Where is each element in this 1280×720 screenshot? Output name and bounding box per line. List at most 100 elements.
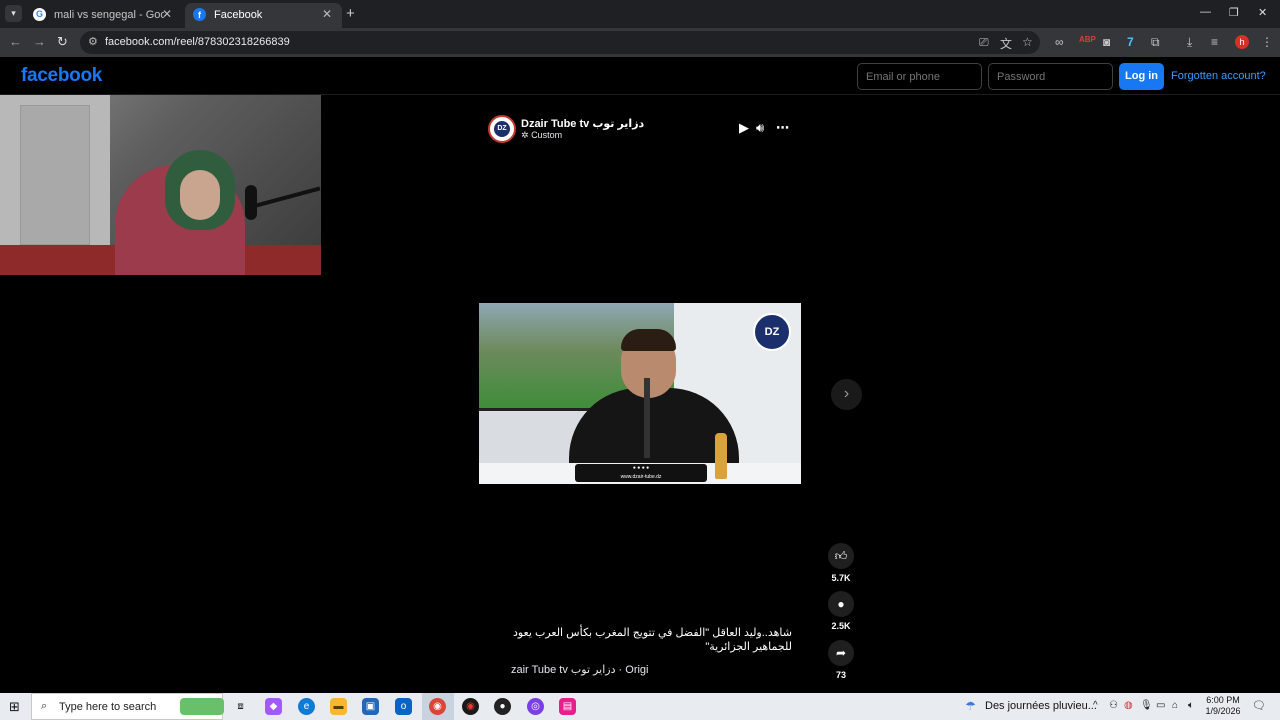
extension-glasses-icon[interactable]: ∞ [1055,35,1064,49]
volume-icon[interactable]: 🔊︎ [756,120,764,136]
edge-icon[interactable]: e [298,698,315,715]
google-icon: G [33,8,46,21]
more-options-icon[interactable]: ⋯ [776,120,789,136]
thumbs-up-icon: 👍︎ [834,549,848,563]
webcam-person-face [180,170,220,220]
close-tab-icon[interactable]: ✕ [322,7,332,21]
extensions-puzzle-icon[interactable]: ⧉ [1151,35,1160,50]
chrome-icon[interactable]: ◉ [429,698,446,715]
clock-date: 1/9/2026 [1205,706,1241,716]
media-control-icon[interactable]: ≡ [1211,35,1218,49]
video-bottle [715,433,727,479]
tray-security-icon[interactable]: ◍ [1124,700,1133,711]
site-info-icon[interactable]: ⚙ [88,35,98,48]
extension-7-icon[interactable]: 7 [1127,35,1134,49]
tray-mic-icon[interactable]: 🎙︎ [1140,700,1153,711]
video-microphone [644,378,650,458]
restore-icon[interactable]: ❐ [1229,6,1239,19]
tab-title: mali vs sengegal - Google Search [54,9,164,21]
file-explorer-icon[interactable]: ▬ [330,698,347,715]
menu-kebab-icon[interactable]: ⋮ [1261,35,1273,49]
reload-icon[interactable]: ↻ [57,34,68,50]
reel-video[interactable]: ● ● ● ● www.dzair-tube.dz DZ [479,303,801,484]
windows-start-icon[interactable]: ⊞ [9,699,20,715]
forward-icon[interactable]: → [33,34,46,49]
tab-title: Facebook [214,9,263,21]
extension-box-icon[interactable]: ◙ [1103,35,1110,49]
tray-app-icon[interactable]: ⚇ [1109,700,1118,711]
clock-time: 6:00 PM [1206,695,1240,705]
profile-avatar[interactable]: h [1235,35,1249,49]
weather-text[interactable]: Des journées pluvieu... [985,700,1097,712]
close-tab-icon[interactable]: ✕ [162,7,172,21]
tab-search-icon[interactable]: ▾ [5,5,22,22]
video-watermark-strip: ● ● ● ● www.dzair-tube.dz [575,464,707,482]
tray-display-icon[interactable]: ▭ [1156,700,1165,711]
store-icon[interactable]: ▣ [362,698,379,715]
webcam-door [20,105,90,245]
password-field[interactable] [988,63,1113,90]
facebook-header: facebook Log in Forgotten account? [0,57,1280,95]
reel-caption[interactable]: شاهد..وليد العاقل "الفضل في تتويج المغرب… [490,626,792,654]
webcam-microphone [245,185,257,220]
download-icon[interactable]: ⤓ [1187,35,1192,50]
watermark-url: www.dzair-tube.dz [620,474,662,480]
app-red-circle-icon[interactable]: ◉ [462,698,479,715]
comment-icon: ● [837,597,845,611]
search-icon: ⌕ [41,700,48,712]
tray-chevron-icon[interactable]: ^ [1093,700,1098,711]
volume-tray-icon[interactable]: 🔈︎ [1188,700,1194,711]
comment-button[interactable]: ● [828,591,854,617]
channel-avatar[interactable]: DZ [488,115,516,143]
browser-toolbar: ← → ↻ ⚙ facebook.com/reel/87830231826683… [0,28,1280,57]
tab-google-search[interactable]: G mali vs sengegal - Google Search ✕ [25,3,182,28]
obs-icon[interactable]: ● [494,698,511,715]
weather-rain-icon[interactable]: ☂ [965,699,976,713]
like-button[interactable]: 👍︎ [828,543,854,569]
facebook-logo[interactable]: facebook [21,65,102,87]
like-count: 5.7K [831,573,851,583]
video-speaker-hair [621,329,676,351]
app-pink-icon[interactable]: ▤ [559,698,576,715]
task-view-icon[interactable]: ⧈ [232,698,249,715]
new-tab-button[interactable]: + [346,5,355,22]
play-icon[interactable]: ▶ [739,120,749,136]
search-highlight-image[interactable] [180,698,224,715]
back-icon[interactable]: ← [9,34,22,49]
share-arrow-icon: ➦ [835,646,847,660]
social-icons-row: ● ● ● ● [632,465,650,471]
adblock-icon[interactable]: ABP [1079,35,1096,44]
login-button[interactable]: Log in [1119,63,1164,90]
url-text[interactable]: facebook.com/reel/878302318266839 [105,36,290,48]
browser-tab-bar: ▾ G mali vs sengegal - Google Search ✕ f… [0,0,1280,28]
email-field[interactable] [857,63,982,90]
install-app-icon[interactable]: ⎚ [979,35,989,50]
system-clock[interactable]: 6:00 PM 1/9/2026 [1203,695,1243,717]
minimize-icon[interactable]: — [1200,6,1211,18]
copilot-icon[interactable]: ◆ [265,698,282,715]
dzair-tube-logo: DZ [753,313,791,351]
address-bar[interactable]: ⚙ facebook.com/reel/878302318266839 [80,31,1040,54]
next-reel-button[interactable]: › [831,379,862,410]
notification-icon[interactable]: 🗨︎ [1252,699,1266,712]
gear-icon: ✲ [521,130,529,140]
webcam-overlay [0,95,321,275]
share-button[interactable]: ➦ [828,640,854,666]
comment-count: 2.5K [831,621,851,631]
share-count: 73 [835,670,846,680]
forgotten-account-link[interactable]: Forgotten account? [1171,70,1266,82]
app-purple-icon[interactable]: ◎ [527,698,544,715]
bookmark-star-icon[interactable]: ☆ [1022,35,1033,49]
channel-name[interactable]: Dzair Tube tv دزاير توب [521,117,644,130]
translate-icon[interactable]: 文 [1000,35,1012,52]
facebook-icon: f [193,8,206,21]
network-icon[interactable]: ⌂ [1172,700,1178,711]
tab-facebook[interactable]: f Facebook ✕ [185,3,342,28]
audience-label: ✲ Custom [521,130,562,141]
outlook-icon[interactable]: o [395,698,412,715]
search-placeholder: Type here to search [59,701,157,713]
caption-meta[interactable]: zair Tube tv دزاير توب · Origi [511,663,648,676]
close-window-icon[interactable]: ✕ [1258,6,1267,19]
channel-logo-icon: DZ [494,121,510,137]
windows-taskbar: ⊞ ⌕ Type here to search ⧈ ◆ e ▬ ▣ o ◉ ◉ … [0,693,1280,720]
